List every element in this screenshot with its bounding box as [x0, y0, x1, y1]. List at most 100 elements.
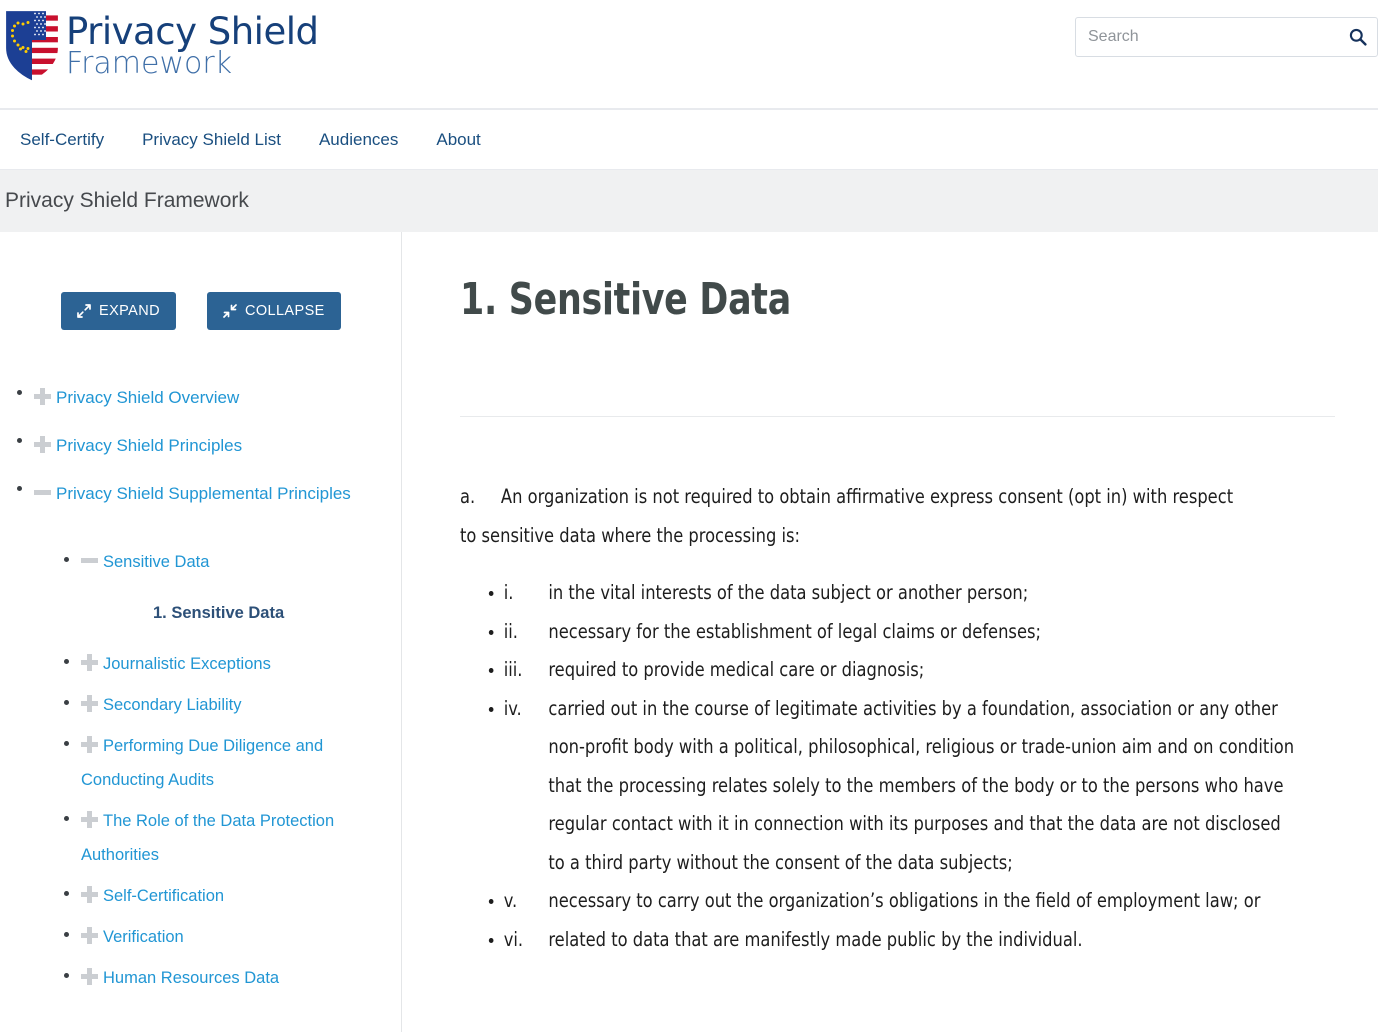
list-bullet	[17, 438, 22, 443]
tree-item-privacy-shield-supplemental-principles[interactable]: Privacy Shield Supplemental Principles S…	[17, 477, 401, 995]
list-item-marker: v.	[503, 889, 518, 912]
list-bullet	[488, 706, 494, 712]
list-bullet	[64, 932, 69, 937]
list-bullet	[64, 557, 69, 562]
nav-item-about[interactable]: About	[436, 130, 480, 150]
brand-title: Privacy Shield	[66, 9, 319, 53]
list-bullet	[64, 700, 69, 705]
eu-us-shield-icon	[0, 4, 64, 88]
tree-item-secondary-liability[interactable]: Secondary Liability	[64, 688, 401, 722]
plus-icon[interactable]	[81, 736, 98, 753]
list-item: iii. required to provide medical care or …	[488, 651, 1302, 690]
plus-icon[interactable]	[81, 695, 98, 712]
sidebar: EXPAND COLLAPSE Privacy Shield Overview	[0, 232, 402, 1032]
tree-item-journalistic-exceptions[interactable]: Journalistic Exceptions	[64, 647, 401, 681]
minus-icon[interactable]	[81, 552, 98, 569]
list-bullet	[64, 741, 69, 746]
list-item-text: in the vital interests of the data subje…	[548, 581, 1029, 604]
brand-subtitle: Framework	[66, 45, 233, 81]
tree-link-label[interactable]: Secondary Liability	[103, 696, 242, 714]
sidebar-active-page[interactable]: 1. Sensitive Data	[153, 601, 401, 625]
tree-link-label[interactable]: Privacy Shield Overview	[56, 388, 239, 407]
tree-item-self-certification[interactable]: Self-Certification	[64, 879, 401, 913]
list-bullet	[64, 891, 69, 896]
plus-icon[interactable]	[81, 968, 98, 985]
list-bullet	[488, 591, 494, 596]
list-item: iv. carried out in the course of legitima…	[488, 690, 1302, 883]
collapse-button[interactable]: COLLAPSE	[206, 292, 341, 330]
list-bullet	[64, 973, 69, 978]
site-header: Privacy Shield Framework	[0, 0, 1378, 110]
intro-paragraph: a. An organization is not required to obt…	[460, 478, 1239, 555]
sidebar-tree: Privacy Shield Overview Privacy Shield P…	[0, 381, 401, 995]
plus-icon[interactable]	[81, 886, 98, 903]
list-item-marker: iv.	[503, 696, 522, 720]
list-item: i. in the vital interests of the data sub…	[488, 574, 1302, 613]
expand-button-label: EXPAND	[99, 303, 160, 319]
tree-link-label[interactable]: Verification	[103, 928, 184, 946]
nav-item-privacy-shield-list[interactable]: Privacy Shield List	[142, 130, 281, 150]
expand-arrows-icon	[77, 304, 91, 318]
tree-item-verification[interactable]: Verification	[64, 920, 401, 954]
tree-item-privacy-shield-principles[interactable]: Privacy Shield Principles	[17, 429, 401, 463]
tree-item-privacy-shield-overview[interactable]: Privacy Shield Overview	[17, 381, 401, 415]
search-icon	[1349, 28, 1367, 49]
search-submit-button[interactable]	[1345, 25, 1371, 51]
tree-item-the-role-of-the-data-protection-authorities[interactable]: The Role of the Data Protection Authorit…	[64, 804, 401, 872]
tree-item-human-resources-data[interactable]: Human Resources Data	[64, 961, 401, 995]
list-item-marker: vi.	[503, 927, 524, 951]
breadcrumb: Privacy Shield Framework	[0, 170, 1378, 232]
plus-icon[interactable]	[34, 388, 51, 405]
search-input[interactable]	[1076, 18, 1341, 56]
tree-link-label[interactable]: Sensitive Data	[103, 553, 209, 571]
title-divider	[460, 416, 1335, 417]
tree-link-label[interactable]: Performing Due Diligence and Conducting …	[81, 737, 323, 789]
page-content: EXPAND COLLAPSE Privacy Shield Overview	[0, 232, 1378, 1032]
tree-link-label[interactable]: Privacy Shield Supplemental Principles	[56, 484, 351, 503]
sidebar-subtree: Sensitive Data 1. Sensitive Data Journal…	[34, 545, 401, 995]
search-box[interactable]	[1075, 17, 1378, 57]
sidebar-active-page-wrap: 1. Sensitive Data	[81, 601, 401, 625]
list-bullet	[488, 937, 494, 943]
minus-icon[interactable]	[34, 484, 51, 501]
tree-link-label[interactable]: Self-Certification	[103, 887, 224, 905]
collapse-button-label: COLLAPSE	[244, 303, 325, 319]
list-item-marker: iii.	[503, 658, 523, 681]
plus-icon[interactable]	[81, 927, 98, 944]
list-item-text: necessary to carry out the organization’…	[548, 889, 1261, 912]
list-item: v. necessary to carry out the organizatio…	[488, 882, 1302, 921]
list-item-text: required to provide medical care or diag…	[548, 658, 925, 681]
tree-link-label[interactable]: Human Resources Data	[103, 969, 279, 987]
list-item-text: related to data that are manifestly made…	[548, 927, 1083, 951]
list-bullet	[64, 659, 69, 664]
tree-item-sensitive-data[interactable]: Sensitive Data	[64, 545, 401, 579]
main-content: 1. Sensitive Data a. An organization is n…	[402, 232, 1378, 1032]
list-item-text: carried out in the course of legitimate …	[548, 696, 1295, 874]
list-bullet	[64, 816, 69, 821]
list-bullet	[17, 390, 22, 395]
tree-controls: EXPAND COLLAPSE	[0, 292, 401, 330]
list-bullet	[488, 629, 494, 635]
nav-item-audiences[interactable]: Audiences	[319, 130, 398, 150]
conditions-list: i. in the vital interests of the data sub…	[460, 574, 1302, 959]
tree-link-label[interactable]: Journalistic Exceptions	[103, 655, 271, 673]
nav-item-self-certify[interactable]: Self-Certify	[20, 130, 104, 150]
breadcrumb-title: Privacy Shield Framework	[5, 189, 249, 212]
list-item-marker: ii.	[503, 619, 518, 643]
list-bullet	[488, 668, 494, 673]
expand-button[interactable]: EXPAND	[61, 292, 176, 330]
site-logo-link[interactable]: Privacy Shield Framework	[0, 4, 319, 88]
list-bullet	[488, 899, 494, 904]
plus-icon[interactable]	[81, 654, 98, 671]
collapse-arrows-icon	[223, 304, 237, 318]
plus-icon[interactable]	[81, 811, 98, 828]
paragraph-marker: a.	[460, 485, 476, 508]
list-bullet	[17, 486, 22, 491]
list-item-text: necessary for the establishment of legal…	[548, 619, 1041, 643]
tree-link-label[interactable]: The Role of the Data Protection Authorit…	[81, 812, 334, 864]
tree-link-label[interactable]: Privacy Shield Principles	[56, 436, 242, 455]
plus-icon[interactable]	[34, 436, 51, 453]
tree-item-performing-due-diligence-and-conducting-audits[interactable]: Performing Due Diligence and Conducting …	[64, 729, 401, 797]
page-title: 1. Sensitive Data	[460, 274, 791, 325]
paragraph-text: An organization is not required to obtai…	[460, 485, 1234, 547]
